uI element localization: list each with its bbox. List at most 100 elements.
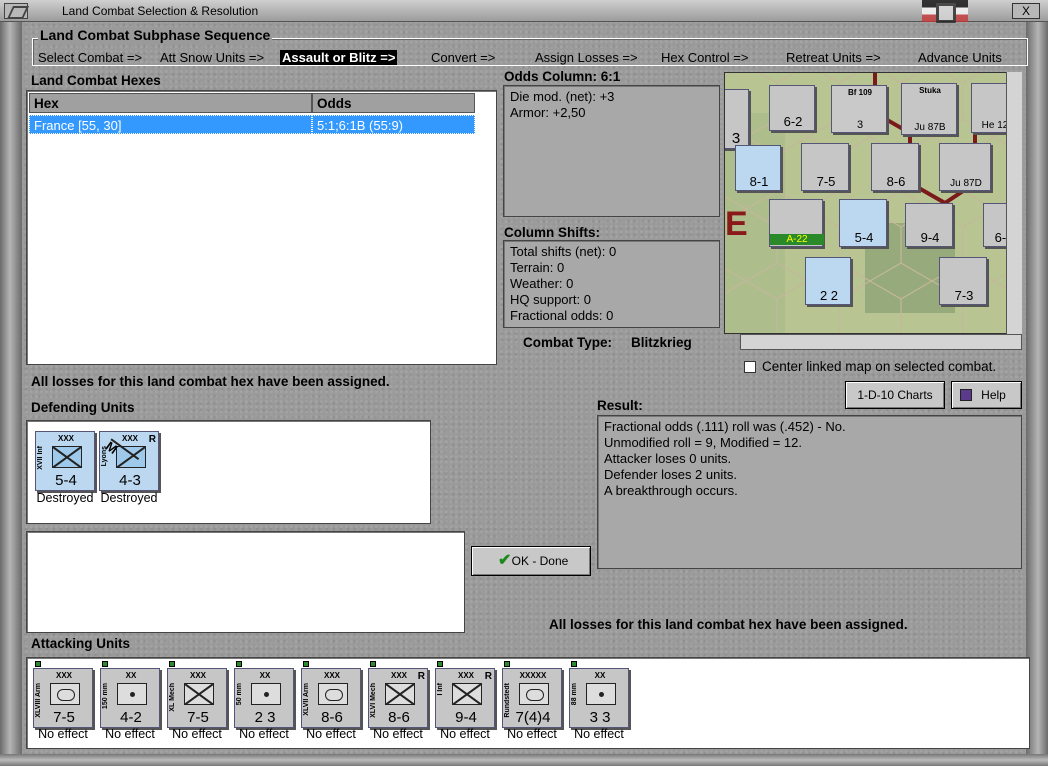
unit-size: XXX <box>57 434 74 443</box>
close-button[interactable]: X <box>1012 3 1040 19</box>
attacking-title: Attacking Units <box>31 636 131 651</box>
unit-name: XL Mech <box>169 683 176 712</box>
supply-indicator <box>571 661 577 667</box>
unit-strength: 8-6 <box>321 709 343 726</box>
combat-map[interactable]: E 3 6-2 Bf 109 3 Stuka Ju 87B He 12 8-1 7-… <box>724 72 1022 334</box>
odds-column-header[interactable]: Odds <box>312 93 475 113</box>
losses-message-bottom: All losses for this land combat hex have… <box>549 617 908 632</box>
center-map-label: Center linked map on selected combat. <box>762 359 997 374</box>
unit-size: XX <box>125 671 137 680</box>
help-book-icon <box>960 389 972 401</box>
unit-size: XXX <box>189 671 206 680</box>
help-button-label: Help <box>981 388 1006 402</box>
supply-indicator <box>303 661 309 667</box>
unit-size: XXX <box>323 671 340 680</box>
attacker-counter[interactable]: XXX XL Mech 7-5 <box>167 668 227 728</box>
map-counter[interactable]: 2 2 <box>805 257 851 305</box>
map-counter[interactable]: 3 <box>725 89 749 149</box>
odds-line: Armor: +2,50 <box>510 105 586 120</box>
map-horizontal-scrollbar[interactable] <box>740 334 1022 350</box>
map-counter[interactable]: 7-3 <box>939 257 987 305</box>
attacker-counter[interactable]: XXX XLVIII Arm 7-5 <box>33 668 93 728</box>
supply-indicator <box>102 661 108 667</box>
window-frame-bottom <box>0 754 1048 766</box>
shift-line: Total shifts (net): 0 <box>510 244 617 259</box>
attacker-status: No effect <box>105 727 155 741</box>
seq-step-assign-losses: Assign Losses => <box>535 50 638 65</box>
hq-icon <box>519 683 549 705</box>
charts-button[interactable]: 1-D-10 Charts <box>845 381 945 409</box>
seq-step-convert: Convert => <box>431 50 496 65</box>
unit-size: XX <box>259 671 271 680</box>
attacker-counter[interactable]: XX 88 mm 3 3 <box>569 668 629 728</box>
shifts-title: Column Shifts: <box>504 225 600 240</box>
combat-type-value: Blitzkrieg <box>631 335 692 350</box>
attacker-counter[interactable]: XXX I Inf R 9-4 <box>435 668 495 728</box>
map-counter[interactable]: 9-4 <box>905 203 953 247</box>
mountain-infantry-icon <box>116 446 146 468</box>
result-line: Defender loses 2 units. <box>604 467 737 482</box>
result-panel: Fractional odds (.111) roll was (.452) -… <box>597 415 1022 569</box>
defender-status: Destroyed <box>100 491 158 505</box>
unit-strength: 8-6 <box>388 709 410 726</box>
attacker-counter[interactable]: XXX XLVI Mech R 8-6 <box>368 668 428 728</box>
unit-strength: 2 3 <box>254 709 276 726</box>
anti-tank-icon <box>251 683 281 705</box>
map-counter[interactable]: A-22 <box>769 199 824 247</box>
attacking-units-panel: XXX XLVIII Arm 7-5 No effect XX 150 mm 4-2 No e… <box>26 657 1030 749</box>
ok-done-button[interactable]: ✔ OK - Done <box>471 546 591 576</box>
help-button[interactable]: Help <box>951 381 1022 409</box>
unit-name: XVII Inf <box>37 446 44 470</box>
attacker-counter[interactable]: XXX XLVII Arm 8-6 <box>301 668 361 728</box>
window-menu-icon[interactable] <box>4 3 28 19</box>
mech-icon <box>385 683 415 705</box>
result-line: Unmodified roll = 9, Modified = 12. <box>604 435 802 450</box>
attacker-status: No effect <box>239 727 289 741</box>
center-map-checkbox[interactable] <box>744 361 756 373</box>
unit-strength: 4-2 <box>120 709 142 726</box>
odds-panel: Die mod. (net): +3 Armor: +2,50 <box>503 85 720 217</box>
seq-step-att-snow: Att Snow Units => <box>160 50 265 65</box>
unit-size: XXXXX <box>519 671 547 680</box>
unit-name: I Inf <box>437 683 444 696</box>
check-icon: ✔ <box>498 552 512 569</box>
armor-icon <box>318 683 348 705</box>
supply-indicator <box>35 661 41 667</box>
unit-strength: 7(4)4 <box>515 709 551 726</box>
result-line: Fractional odds (.111) roll was (.452) -… <box>604 419 846 434</box>
infantry-icon <box>52 446 82 468</box>
defender-counter[interactable]: XXX XVII Inf 5-4 <box>35 431 95 491</box>
attacker-counter[interactable]: XX 150 mm 4-2 <box>100 668 160 728</box>
map-counter[interactable]: 6-2 <box>769 85 815 131</box>
unit-name: 88 mm <box>571 683 578 706</box>
result-line: A breakthrough occurs. <box>604 483 738 498</box>
unit-size: XX <box>594 671 606 680</box>
hex-column-header[interactable]: Hex <box>29 93 312 113</box>
notes-box <box>26 531 465 633</box>
map-counter[interactable]: 8-1 <box>735 145 781 191</box>
map-counter[interactable]: Ju 87D <box>939 143 991 191</box>
shifts-panel: Total shifts (net): 0 Terrain: 0 Weather… <box>503 240 720 328</box>
supply-indicator <box>504 661 510 667</box>
seq-step-select-combat: Select Combat => <box>38 50 143 65</box>
table-row-hex[interactable]: France [55, 30] <box>29 115 312 134</box>
combat-type-label: Combat Type: <box>523 335 613 350</box>
map-counter[interactable]: Bf 109 3 <box>831 85 887 133</box>
attacker-status: No effect <box>38 727 88 741</box>
unit-strength: 7-5 <box>187 709 209 726</box>
window-frame-left <box>0 22 22 766</box>
attacker-status: No effect <box>507 727 557 741</box>
unit-name: 150 mm <box>102 683 109 710</box>
sequence-title: Land Combat Subphase Sequence <box>38 27 273 43</box>
map-counter[interactable]: 7-5 <box>801 143 849 191</box>
table-row-odds[interactable]: 5:1;6:1B (55:9) <box>312 115 475 134</box>
defender-counter[interactable]: XXX Lyons R 4-3 <box>99 431 159 491</box>
map-vertical-scrollbar[interactable] <box>1006 72 1022 334</box>
seq-step-hex-control: Hex Control => <box>661 50 749 65</box>
attacker-counter[interactable]: XX 50 mm 2 3 <box>234 668 294 728</box>
attacker-counter[interactable]: XXXXX Rundstedt 7(4)4 <box>502 668 562 728</box>
attacker-status: No effect <box>172 727 222 741</box>
map-counter[interactable]: Stuka Ju 87B <box>901 83 957 135</box>
map-counter-selected[interactable]: 5-4 <box>839 199 887 247</box>
map-counter[interactable]: 8-6 <box>871 143 919 191</box>
